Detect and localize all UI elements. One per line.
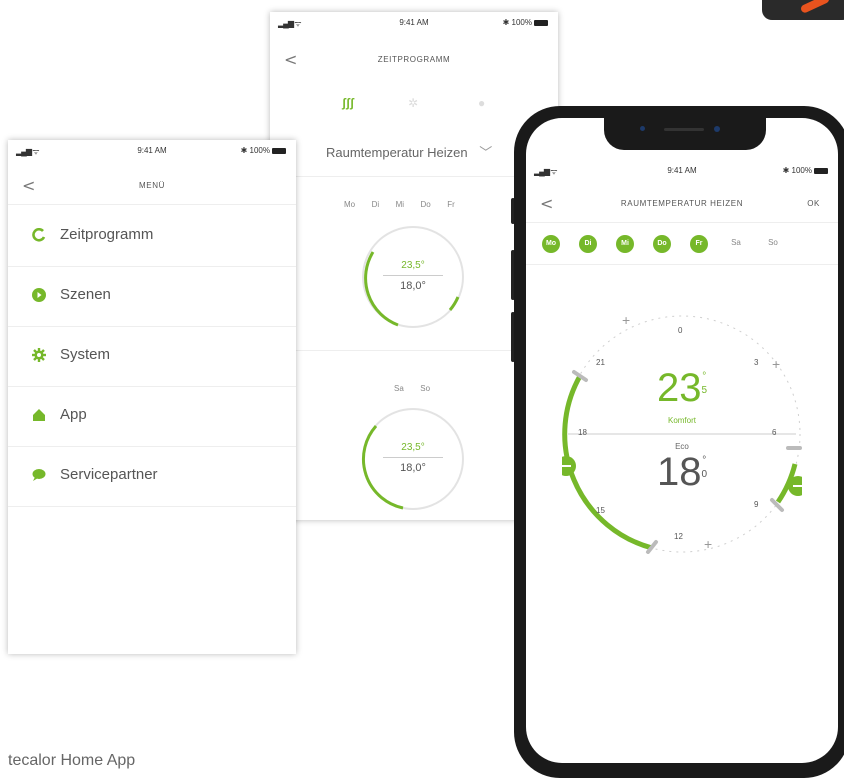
day-label: Do [420, 200, 431, 209]
page-title: ZEITPROGRAMM [377, 55, 451, 64]
chevron-down-icon: ﹀ [479, 145, 493, 160]
heating-tab-icon[interactable]: ʃʃʃ [342, 96, 354, 110]
menu-item-label: System [60, 346, 111, 363]
weekend-dial-ring [361, 408, 464, 510]
plus-icon[interactable]: + [704, 536, 712, 552]
eco-temp-value: 18 [656, 450, 702, 494]
camera-icon [714, 126, 720, 132]
nav-bar: < RAUMTEMPERATUR HEIZEN OK [526, 190, 838, 216]
divider [383, 457, 443, 458]
menu-item-label: Zeitprogramm [60, 226, 154, 243]
play-circle-icon [32, 288, 46, 302]
tick-label: 0 [678, 326, 683, 335]
day-toggle-do[interactable]: Do [653, 235, 671, 253]
temperature-dial[interactable]: 0 6 12 18 3 9 15 21 + + + 23° 5 Komfort E… [562, 312, 802, 554]
day-toggle-mo[interactable]: Mo [542, 235, 560, 253]
battery-status: ✱ 100% [503, 18, 548, 27]
sensor-icon [640, 126, 645, 131]
battery-icon [814, 167, 828, 174]
day-selector: Mo Di Mi Do Fr Sa So [542, 232, 801, 253]
refresh-icon [32, 228, 46, 242]
menu-item-szenen[interactable]: Szenen [8, 266, 296, 327]
day-label: Sa [394, 384, 404, 393]
logo-swoosh-icon [799, 0, 831, 14]
comfort-label: Komfort [667, 416, 696, 425]
weekday-labels: Mo Di Mi Do Fr [344, 194, 467, 212]
mode-select[interactable]: Raumtemperatur Heizen ﹀ [326, 142, 492, 161]
battery-status: ✱ 100% [241, 146, 286, 155]
plus-icon[interactable]: + [622, 312, 630, 328]
eco-temp-display: 18° 0 [562, 450, 802, 495]
battery-status: ✱ 100% [783, 166, 828, 175]
page-title: MENÜ [139, 181, 165, 190]
day-toggle-di[interactable]: Di [579, 235, 597, 253]
speaker [664, 128, 704, 131]
status-bar: ▂▄▆ ᯤ 9:41 AM ✱ 100% [526, 160, 838, 182]
water-tab-icon[interactable]: ● [478, 96, 485, 110]
menu-screen: ▂▄▆ ᯤ 9:41 AM ✱ 100% < MENÜ Zeitprogramm… [8, 140, 296, 654]
page-title: RAUMTEMPERATUR HEIZEN [620, 199, 744, 208]
day-toggle-so[interactable]: So [764, 238, 782, 247]
dial-ring [562, 315, 802, 554]
eco-temp: 18,0° [400, 280, 426, 292]
cooling-tab-icon[interactable]: ✲ [408, 96, 418, 110]
weekend-dial[interactable]: 23,5° 18,0° [358, 404, 468, 514]
day-toggle-mi[interactable]: Mi [616, 235, 634, 253]
comfort-temp-display: 23° 5 [562, 366, 802, 411]
battery-icon [272, 147, 286, 154]
menu-item-app[interactable]: App [8, 386, 296, 447]
day-label: Fr [447, 200, 455, 209]
tick-label: 18 [578, 428, 587, 437]
comfort-temp: 23,5° [401, 442, 425, 453]
menu-item-zeitprogramm[interactable]: Zeitprogramm [8, 206, 296, 267]
day-toggle-fr[interactable]: Fr [690, 235, 708, 253]
divider [8, 204, 296, 205]
phone-display: ▂▄▆ ᯤ 9:41 AM ✱ 100% < RAUMTEMPERATUR HE… [526, 118, 838, 763]
weekday-dial[interactable]: 23,5° 18,0° [358, 222, 468, 332]
tick-label: 15 [596, 506, 605, 515]
menu-item-label: Szenen [60, 286, 111, 303]
phone-bezel: ▂▄▆ ᯤ 9:41 AM ✱ 100% < RAUMTEMPERATUR HE… [514, 106, 844, 778]
comfort-temp-value: 23 [656, 366, 702, 410]
divider [526, 264, 838, 265]
phone-frame: ▂▄▆ ᯤ 9:41 AM ✱ 100% < RAUMTEMPERATUR HE… [511, 106, 844, 778]
eco-temp: 18,0° [400, 462, 426, 474]
nav-bar: < ZEITPROGRAMM [270, 46, 558, 72]
divider [526, 222, 838, 223]
comfort-temp: 23,5° [401, 260, 425, 271]
tick-label: 9 [754, 500, 759, 509]
menu-item-label: Servicepartner [60, 466, 158, 483]
notch [604, 118, 766, 150]
menu-item-label: App [60, 406, 87, 423]
chat-bubble-icon [32, 469, 46, 481]
ok-button[interactable]: OK [807, 199, 820, 208]
status-bar: ▂▄▆ ᯤ 9:41 AM ✱ 100% [270, 12, 558, 34]
battery-icon [534, 19, 548, 26]
mode-select-label: Raumtemperatur Heizen [326, 145, 468, 160]
degree-symbol: ° [702, 455, 707, 466]
degree-symbol: ° [702, 371, 707, 382]
comfort-temp-decimal: 5 [701, 385, 708, 396]
caption: tecalor Home App [8, 752, 136, 769]
menu-item-servicepartner[interactable]: Servicepartner [8, 446, 296, 507]
divider [383, 275, 443, 276]
day-toggle-sa[interactable]: Sa [727, 238, 745, 247]
day-label: Mo [344, 200, 356, 209]
house-icon [33, 409, 45, 421]
weekday-dial-ring [362, 226, 464, 328]
status-bar: ▂▄▆ ᯤ 9:41 AM ✱ 100% [8, 140, 296, 162]
gear-icon [32, 348, 46, 362]
eco-temp-decimal: 0 [701, 469, 708, 480]
tick-label: 12 [674, 532, 683, 541]
weekend-labels: Sa So [394, 378, 442, 396]
day-label: Di [371, 200, 380, 209]
nav-bar: < MENÜ [8, 172, 296, 198]
menu-item-system[interactable]: System [8, 326, 296, 387]
day-label: So [420, 384, 431, 393]
tick-label: 6 [772, 428, 777, 437]
app-logo-corner [762, 0, 844, 20]
day-label: Mi [395, 200, 405, 209]
